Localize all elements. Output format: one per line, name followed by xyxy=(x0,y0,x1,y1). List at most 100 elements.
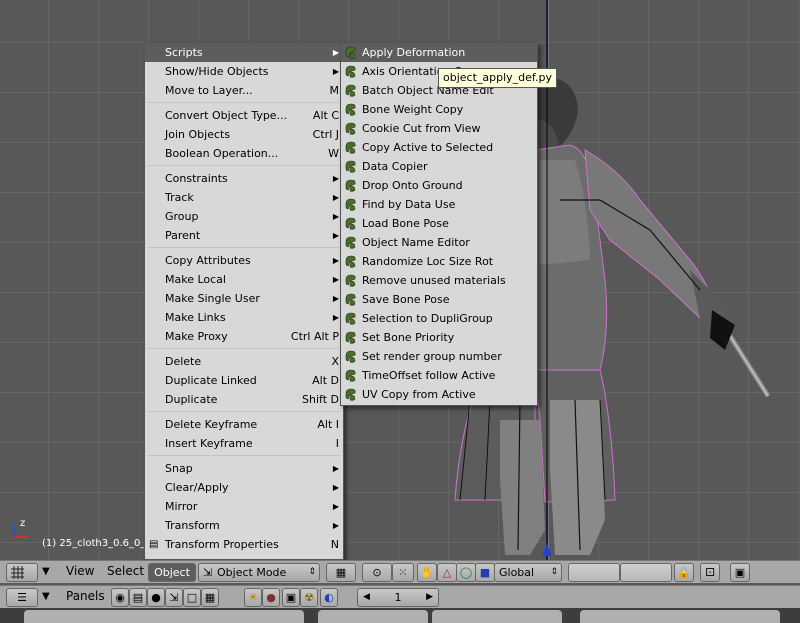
script-item-selection-to-dupligroup[interactable]: Selection to DupliGroup xyxy=(341,309,537,328)
orientation-select[interactable]: Global ⇕ xyxy=(494,563,562,582)
menu-item-label: Delete Keyframe xyxy=(165,418,258,431)
collapse-arrow-icon[interactable]: ▼ xyxy=(42,588,50,605)
menu-item-transform[interactable]: Transform ▶ xyxy=(145,516,343,535)
object-mode-icon: ⇲ xyxy=(203,566,213,579)
script-item-label: Set Bone Priority xyxy=(362,331,455,344)
menu-item-make-single-user[interactable]: Make Single User ▶ xyxy=(145,289,343,308)
script-item-copy-active-to-selected[interactable]: Copy Active to Selected xyxy=(341,138,537,157)
shading-context-button[interactable]: ● xyxy=(147,588,165,607)
triangle-icon: △ xyxy=(442,566,452,579)
cube-icon: ▦ xyxy=(335,566,347,579)
menu-item-copy-attributes[interactable]: Copy Attributes ▶ xyxy=(145,251,343,270)
menu-item-transform-properties[interactable]: ▤ Transform Properties N xyxy=(145,535,343,554)
collapse-arrow-icon[interactable]: ▼ xyxy=(42,563,50,580)
scale-manipulator[interactable]: ■ xyxy=(475,563,495,582)
manipulator-toggle[interactable]: ✋ xyxy=(417,563,437,582)
frame-number-field[interactable]: ◀ 1 ▶ xyxy=(357,588,439,607)
script-item-label: Save Bone Pose xyxy=(362,293,450,306)
view-menu[interactable]: View xyxy=(66,563,94,580)
script-item-data-copier[interactable]: Data Copier xyxy=(341,157,537,176)
z-axis-indicator xyxy=(14,522,16,536)
menu-item-insert-keyframe[interactable]: Insert Keyframe I xyxy=(145,434,343,453)
panel-tab-4[interactable] xyxy=(580,610,780,623)
world-button[interactable]: ◐ xyxy=(320,588,338,607)
menu-item-parent[interactable]: Parent ▶ xyxy=(145,226,343,245)
script-item-find-by-data-use[interactable]: Find by Data Use xyxy=(341,195,537,214)
script-item-object-name-editor[interactable]: Object Name Editor xyxy=(341,233,537,252)
menu-item-make-proxy[interactable]: Make Proxy Ctrl Alt P xyxy=(145,327,343,346)
object-context-button[interactable]: ⇲ xyxy=(165,588,183,607)
menu-item-track[interactable]: Track ▶ xyxy=(145,188,343,207)
menu-item-join-objects[interactable]: Join Objects Ctrl J xyxy=(145,125,343,144)
menu-item-label: Constraints xyxy=(165,172,228,185)
menu-item-group[interactable]: Group ▶ xyxy=(145,207,343,226)
script-item-uv-copy-from-active[interactable]: UV Copy from Active xyxy=(341,385,537,404)
menu-item-make-local[interactable]: Make Local ▶ xyxy=(145,270,343,289)
submenu-arrow-icon: ▶ xyxy=(332,483,339,492)
script-item-remove-unused-materials[interactable]: Remove unused materials xyxy=(341,271,537,290)
radiosity-button[interactable]: ☢ xyxy=(300,588,318,607)
object-axes-icon: ⇲ xyxy=(169,591,179,604)
menu-item-make-links[interactable]: Make Links ▶ xyxy=(145,308,343,327)
logic-context-button[interactable]: ◉ xyxy=(111,588,129,607)
script-item-drop-onto-ground[interactable]: Drop Onto Ground xyxy=(341,176,537,195)
menu-item-clear-apply[interactable]: Clear/Apply ▶ xyxy=(145,478,343,497)
editor-type-button[interactable]: ☰ xyxy=(6,588,38,607)
script-item-set-render-group-number[interactable]: Set render group number xyxy=(341,347,537,366)
script-item-timeoffset-follow-active[interactable]: TimeOffset follow Active xyxy=(341,366,537,385)
editing-context-button[interactable]: □ xyxy=(183,588,201,607)
panel-tab-3[interactable] xyxy=(432,610,562,623)
menu-item-delete[interactable]: Delete X xyxy=(145,352,343,371)
panels-menu[interactable]: Panels xyxy=(66,588,105,605)
script-item-apply-deformation[interactable]: Apply Deformation xyxy=(341,43,537,62)
render-view-button[interactable]: ▣ xyxy=(730,563,750,582)
menu-item-snap[interactable]: Snap ▶ xyxy=(145,459,343,478)
translate-manipulator[interactable]: △ xyxy=(437,563,457,582)
pivot-options-button[interactable]: ⁙ xyxy=(392,563,414,582)
script-item-bone-weight-copy[interactable]: Bone Weight Copy xyxy=(341,100,537,119)
menu-item-move-to-layer[interactable]: Move to Layer... M xyxy=(145,81,343,100)
menu-item-label: Snap xyxy=(165,462,193,475)
mode-select[interactable]: ⇲ Object Mode ⇕ xyxy=(198,563,320,582)
material-button[interactable]: ● xyxy=(262,588,280,607)
menu-item-delete-keyframe[interactable]: Delete Keyframe Alt I xyxy=(145,415,343,434)
menu-item-mirror[interactable]: Mirror ▶ xyxy=(145,497,343,516)
script-item-cookie-cut-from-view[interactable]: Cookie Cut from View xyxy=(341,119,537,138)
menu-separator xyxy=(147,348,341,349)
editor-type-button[interactable] xyxy=(6,563,38,582)
panel-tab-2[interactable] xyxy=(318,610,428,623)
menu-item-label: Make Local xyxy=(165,273,226,286)
scene-context-button[interactable]: ▦ xyxy=(201,588,219,607)
menu-item-boolean-operation[interactable]: Boolean Operation... W xyxy=(145,144,343,163)
script-item-set-bone-priority[interactable]: Set Bone Priority xyxy=(341,328,537,347)
edit-square-icon: □ xyxy=(186,591,198,604)
lock-layers-button[interactable]: 🔒 xyxy=(674,563,694,582)
lamp-button[interactable]: ☀ xyxy=(244,588,262,607)
layer-buttons-2[interactable] xyxy=(620,563,672,582)
menu-item-show-hide-objects[interactable]: Show/Hide Objects ▶ xyxy=(145,62,343,81)
menu-item-duplicate-linked[interactable]: Duplicate Linked Alt D xyxy=(145,371,343,390)
script-item-save-bone-pose[interactable]: Save Bone Pose xyxy=(341,290,537,309)
submenu-arrow-icon: ▶ xyxy=(332,502,339,511)
pivot-select[interactable]: ⊙ xyxy=(362,563,392,582)
select-menu[interactable]: Select xyxy=(107,563,144,580)
python-script-icon xyxy=(345,331,356,344)
material-icon: ● xyxy=(266,591,276,604)
texture-button[interactable]: ▣ xyxy=(282,588,300,607)
draw-type-select[interactable]: ▦ xyxy=(326,563,356,582)
panel-tab-1[interactable] xyxy=(24,610,304,623)
rotate-manipulator[interactable]: ◯ xyxy=(456,563,476,582)
object-menu-button[interactable]: Object xyxy=(148,563,196,582)
menu-item-scripts[interactable]: Scripts ▶ xyxy=(145,43,343,62)
script-item-load-bone-pose[interactable]: Load Bone Pose xyxy=(341,214,537,233)
menu-item-label: Transform Properties xyxy=(165,538,279,551)
script-context-button[interactable]: ▤ xyxy=(129,588,147,607)
script-item-randomize-loc-size-rot[interactable]: Randomize Loc Size Rot xyxy=(341,252,537,271)
menu-item-duplicate[interactable]: Duplicate Shift D xyxy=(145,390,343,409)
menu-item-constraints[interactable]: Constraints ▶ xyxy=(145,169,343,188)
menu-item-label: Insert Keyframe xyxy=(165,437,253,450)
dotted-box-icon: ⁙ xyxy=(398,566,408,579)
layer-buttons-1[interactable] xyxy=(568,563,620,582)
menu-item-convert-object-type[interactable]: Convert Object Type... Alt C xyxy=(145,106,343,125)
opengl-render-button[interactable]: ⚀ xyxy=(700,563,720,582)
